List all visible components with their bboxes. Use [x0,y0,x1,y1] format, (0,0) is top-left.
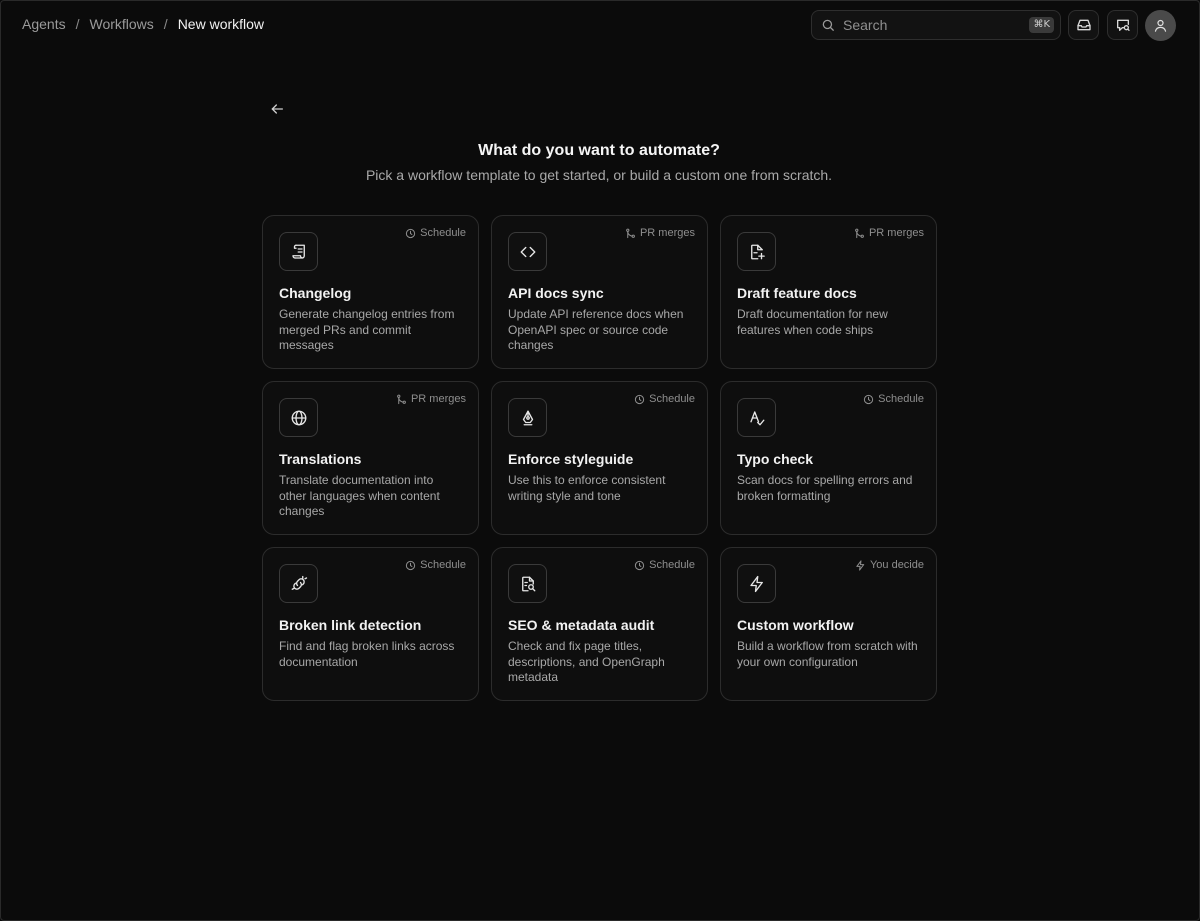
trigger-label: Schedule [420,559,466,571]
breadcrumb-separator: / [75,16,80,32]
chat-search-icon [1115,17,1131,33]
card-description: Check and fix page titles, descriptions,… [508,639,665,684]
template-card-broken-link-detection[interactable]: Schedule Broken link detection Find and … [262,547,479,701]
clock-icon [634,560,645,571]
trigger-badge: Schedule [863,393,924,405]
search-shortcut-badge: ⌘K [1029,17,1054,33]
template-grid: Schedule Changelog Generate changelog en… [262,215,937,701]
card-title: API docs sync [508,285,604,301]
template-card-draft-feature-docs[interactable]: PR merges Draft feature docs Draft docum… [720,215,937,369]
breadcrumb-agents[interactable]: Agents [22,16,66,32]
trigger-badge: Schedule [634,559,695,571]
bolt-icon [855,559,866,571]
search-placeholder: Search [843,17,888,33]
card-title: Broken link detection [279,617,422,633]
inbox-button[interactable] [1068,10,1099,40]
breadcrumb-separator: / [163,16,168,32]
clock-icon [863,394,874,405]
git-merge-icon [854,228,865,239]
card-description: Draft documentation for new features whe… [737,307,888,337]
trigger-label: PR merges [868,227,924,239]
back-button[interactable] [267,99,287,119]
card-description: Use this to enforce consistent writing s… [508,473,666,503]
breadcrumb: Agents / Workflows / New workflow [22,16,264,32]
file-plus-icon [737,232,776,271]
app-window: Agents / Workflows / New workflow Search… [0,0,1200,921]
clock-icon [405,228,416,239]
trigger-label: Schedule [649,393,695,405]
inbox-icon [1076,17,1092,33]
breadcrumb-current: New workflow [177,16,265,32]
git-merge-icon [396,394,407,405]
trigger-badge: Schedule [405,559,466,571]
trigger-label: PR merges [639,227,695,239]
search-input[interactable]: Search ⌘K [811,10,1061,40]
card-description: Generate changelog entries from merged P… [279,307,455,352]
trigger-badge: You decide [855,559,924,571]
trigger-badge: PR merges [625,227,695,239]
code-icon [508,232,547,271]
clock-icon [405,560,416,571]
trigger-label: You decide [869,559,924,571]
card-description: Find and flag broken links across docume… [279,639,455,669]
card-title: SEO & metadata audit [508,617,655,633]
template-card-seo-metadata-audit[interactable]: Schedule SEO & metadata audit Check and … [491,547,708,701]
arrow-left-icon [269,101,285,117]
trigger-label: Schedule [420,227,466,239]
trigger-badge: PR merges [396,393,466,405]
template-card-typo-check[interactable]: Schedule Typo check Scan docs for spelli… [720,381,937,535]
trigger-label: PR merges [410,393,466,405]
page-subtitle: Pick a workflow template to get started,… [365,167,833,183]
git-merge-icon [625,228,636,239]
trigger-label: Schedule [649,559,695,571]
template-card-enforce-styleguide[interactable]: Schedule Enforce styleguide Use this to … [491,381,708,535]
file-search-icon [508,564,547,603]
card-description: Build a workflow from scratch with your … [737,639,918,669]
clock-icon [634,394,645,405]
broken-link-icon [279,564,318,603]
top-bar: Agents / Workflows / New workflow Search… [1,1,1199,49]
card-title: Changelog [279,285,352,301]
card-title: Translations [279,451,362,467]
card-title: Draft feature docs [737,285,857,301]
search-icon [821,18,835,32]
trigger-label: Schedule [878,393,924,405]
spell-check-icon [737,398,776,437]
card-title: Custom workflow [737,617,854,633]
card-title: Typo check [737,451,813,467]
pen-nib-icon [508,398,547,437]
user-icon [1153,18,1168,33]
template-card-changelog[interactable]: Schedule Changelog Generate changelog en… [262,215,479,369]
card-description: Translate documentation into other langu… [279,473,440,518]
page-title: What do you want to automate? [478,142,720,159]
template-card-custom-workflow[interactable]: You decide Custom workflow Build a workf… [720,547,937,701]
chat-search-button[interactable] [1107,10,1138,40]
avatar[interactable] [1145,10,1176,41]
bolt-icon [737,564,776,603]
card-description: Scan docs for spelling errors and broken… [737,473,913,503]
globe-icon [279,398,318,437]
trigger-badge: PR merges [854,227,924,239]
trigger-badge: Schedule [634,393,695,405]
card-description: Update API reference docs when OpenAPI s… [508,307,684,352]
template-card-api-docs-sync[interactable]: PR merges API docs sync Update API refer… [491,215,708,369]
template-card-translations[interactable]: PR merges Translations Translate documen… [262,381,479,535]
card-title: Enforce styleguide [508,451,634,467]
trigger-badge: Schedule [405,227,466,239]
breadcrumb-workflows[interactable]: Workflows [89,16,153,32]
scroll-icon [279,232,318,271]
